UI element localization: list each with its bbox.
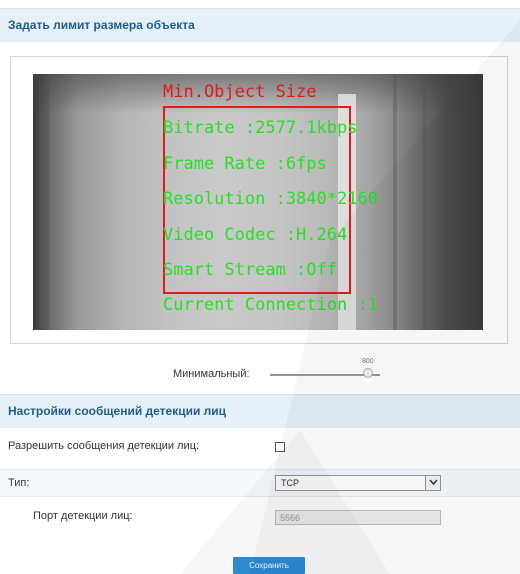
save-button[interactable]: Сохранить	[233, 557, 305, 574]
enable-face-messages-row: Разрешить сообщения детекции лиц:	[0, 432, 520, 462]
video-stripe	[43, 74, 49, 330]
face-messages-section-header: Настройки сообщений детекции лиц	[0, 394, 520, 428]
roi-label: Min.Object Size	[163, 82, 317, 102]
object-size-section-header: Задать лимит размера объекта	[0, 8, 520, 42]
type-label: Тип:	[8, 477, 30, 489]
port-input[interactable]	[275, 510, 441, 525]
face-messages-section-title: Настройки сообщений детекции лиц	[8, 404, 227, 418]
object-size-section-title: Задать лимит размера объекта	[8, 18, 195, 32]
type-row: Тип: TCP	[0, 469, 520, 497]
video-stripe	[423, 74, 426, 330]
port-label: Порт детекции лиц:	[33, 510, 133, 522]
osd-current-connection: Current Connection :1	[163, 295, 378, 315]
port-row: Порт детекции лиц:	[0, 503, 520, 531]
min-size-slider-row: Минимальный: 800	[0, 358, 520, 388]
osd-video-codec: Video Codec :H.264	[163, 225, 348, 245]
type-select[interactable]: TCP	[275, 475, 441, 491]
enable-face-messages-checkbox[interactable]	[275, 442, 285, 452]
type-select-value: TCP	[281, 478, 299, 488]
chevron-down-icon[interactable]	[425, 476, 440, 490]
min-size-slider-label: Минимальный:	[173, 368, 250, 380]
osd-smart-stream: Smart Stream :Off	[163, 260, 337, 280]
osd-frame-rate: Frame Rate :6fps	[163, 154, 327, 174]
osd-resolution: Resolution :3840*2160	[163, 189, 378, 209]
video-preview: Min.Object Size Bitrate :2577.1kbps Fram…	[33, 74, 483, 330]
min-size-slider-value: 800	[362, 358, 374, 365]
enable-face-messages-label: Разрешить сообщения детекции лиц:	[8, 440, 200, 452]
video-stripe	[393, 74, 397, 330]
min-size-slider-thumb[interactable]	[363, 368, 373, 378]
osd-bitrate: Bitrate :2577.1kbps	[163, 118, 358, 138]
